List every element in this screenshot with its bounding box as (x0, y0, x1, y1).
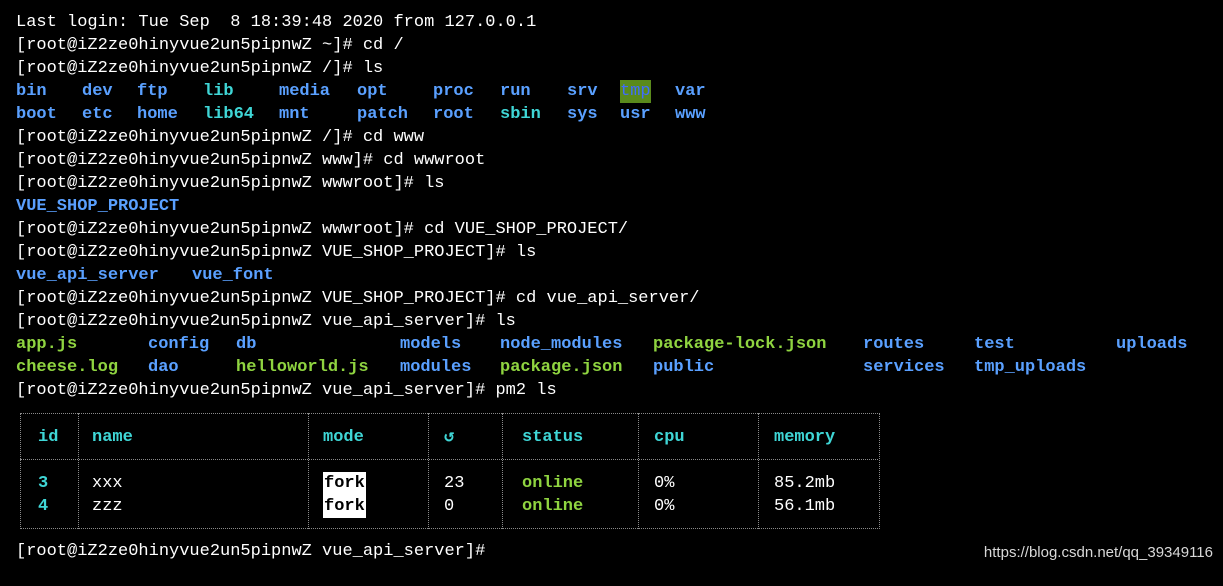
dir-entry: public (653, 358, 715, 377)
terminal-window[interactable]: Last login: Tue Sep 8 18:39:48 2020 from… (0, 0, 1223, 569)
restart-icon: ↺ (444, 428, 455, 447)
column-separator (78, 413, 79, 529)
prompt-line: [root@iZ2ze0hinyvue2un5pipnwZ VUE_SHOP_P… (16, 243, 537, 262)
column-separator (638, 413, 639, 529)
dir-entry: srv (567, 82, 598, 101)
dir-entry: routes (863, 335, 925, 354)
ls-output-row: bin dev ftp lib media opt proc run srv t… (16, 80, 1016, 103)
dir-entry: home (137, 105, 178, 124)
ls-output-row: vue_api_server vue_font (16, 264, 616, 287)
dir-entry: etc (82, 105, 113, 124)
dir-entry: ftp (137, 82, 168, 101)
column-header-name: name (92, 428, 133, 447)
dir-entry: patch (357, 105, 409, 124)
dir-entry: proc (433, 82, 474, 101)
prompt-line: [root@iZ2ze0hinyvue2un5pipnwZ www]# cd w… (16, 151, 486, 170)
last-login-line: Last login: Tue Sep 8 18:39:48 2020 from… (16, 13, 537, 32)
symlink-entry: lib64 (203, 105, 255, 124)
prompt-line-current[interactable]: [root@iZ2ze0hinyvue2un5pipnwZ vue_api_se… (16, 540, 485, 563)
file-entry: app.js (16, 335, 78, 354)
column-separator (428, 413, 429, 529)
process-status: online (522, 474, 584, 493)
ls-output-row: app.js config db models node_modules pac… (16, 333, 1216, 356)
symlink-entry: sbin (500, 105, 541, 124)
watermark: https://blog.csdn.net/qq_39349116 (983, 544, 1213, 561)
ls-output-row: cheese.log dao helloworld.js modules pac… (16, 356, 1216, 379)
file-entry: package.json (500, 358, 623, 377)
process-cpu: 0% (654, 474, 675, 493)
dir-entry: uploads (1116, 335, 1188, 354)
process-mode: fork (323, 472, 366, 495)
column-separator (502, 413, 503, 529)
dir-entry: vue_font (192, 266, 274, 285)
dir-entry: boot (16, 105, 57, 124)
dir-entry: opt (357, 82, 388, 101)
file-entry: helloworld.js (236, 358, 369, 377)
dir-entry: usr (620, 105, 651, 124)
prompt-line: [root@iZ2ze0hinyvue2un5pipnwZ VUE_SHOP_P… (16, 289, 700, 308)
dir-entry: services (863, 358, 945, 377)
column-header-status: status (522, 428, 584, 447)
process-id: 3 (38, 474, 49, 493)
dir-entry: vue_api_server (16, 266, 159, 285)
dir-entry: mnt (279, 105, 310, 124)
prompt-line: [root@iZ2ze0hinyvue2un5pipnwZ wwwroot]# … (16, 174, 445, 193)
file-entry: package-lock.json (653, 335, 827, 354)
column-header-mode: mode (323, 428, 364, 447)
process-name: xxx (92, 474, 123, 493)
column-header-id: id (38, 428, 59, 447)
process-restarts: 23 (444, 474, 465, 493)
process-mode: fork (323, 495, 366, 518)
table-divider (20, 459, 878, 460)
symlink-entry: lib (203, 82, 234, 101)
process-memory: 56.1mb (774, 497, 836, 516)
dir-entry-tmp: tmp (620, 80, 651, 103)
prompt-line: [root@iZ2ze0hinyvue2un5pipnwZ /]# cd www (16, 128, 425, 147)
prompt-line: [root@iZ2ze0hinyvue2un5pipnwZ /]# ls (16, 59, 384, 78)
dir-entry: config (148, 335, 210, 354)
process-id: 4 (38, 497, 49, 516)
dir-entry: node_modules (500, 335, 623, 354)
column-separator (308, 413, 309, 529)
ls-output-row: boot etc home lib64 mnt patch root sbin … (16, 103, 1016, 126)
process-cpu: 0% (654, 497, 675, 516)
dir-entry: var (675, 82, 706, 101)
dir-entry: test (974, 335, 1015, 354)
dir-entry: dao (148, 358, 179, 377)
column-separator (758, 413, 759, 529)
dir-entry: modules (400, 358, 472, 377)
process-name: zzz (92, 497, 123, 516)
dir-entry: bin (16, 82, 47, 101)
column-header-cpu: cpu (654, 428, 685, 447)
dir-entry: sys (567, 105, 598, 124)
file-entry: cheese.log (16, 358, 119, 377)
dir-entry: run (500, 82, 531, 101)
process-restarts: 0 (444, 497, 455, 516)
dir-entry: VUE_SHOP_PROJECT (16, 197, 180, 216)
dir-entry: root (433, 105, 474, 124)
prompt-line: [root@iZ2ze0hinyvue2un5pipnwZ vue_api_se… (16, 381, 557, 400)
dir-entry: tmp_uploads (974, 358, 1087, 377)
dir-entry: models (400, 335, 462, 354)
prompt-line: [root@iZ2ze0hinyvue2un5pipnwZ vue_api_se… (16, 312, 516, 331)
dir-entry: media (279, 82, 331, 101)
process-memory: 85.2mb (774, 474, 836, 493)
pm2-process-table: id name mode ↺ status cpu memory 3 xxx f… (20, 413, 880, 529)
process-status: online (522, 497, 584, 516)
prompt-line: [root@iZ2ze0hinyvue2un5pipnwZ wwwroot]# … (16, 220, 629, 239)
prompt-line: [root@iZ2ze0hinyvue2un5pipnwZ ~]# cd / (16, 36, 404, 55)
dir-entry: www (675, 105, 706, 124)
dir-entry: db (236, 335, 257, 354)
dir-entry: dev (82, 82, 113, 101)
column-header-memory: memory (774, 428, 836, 447)
